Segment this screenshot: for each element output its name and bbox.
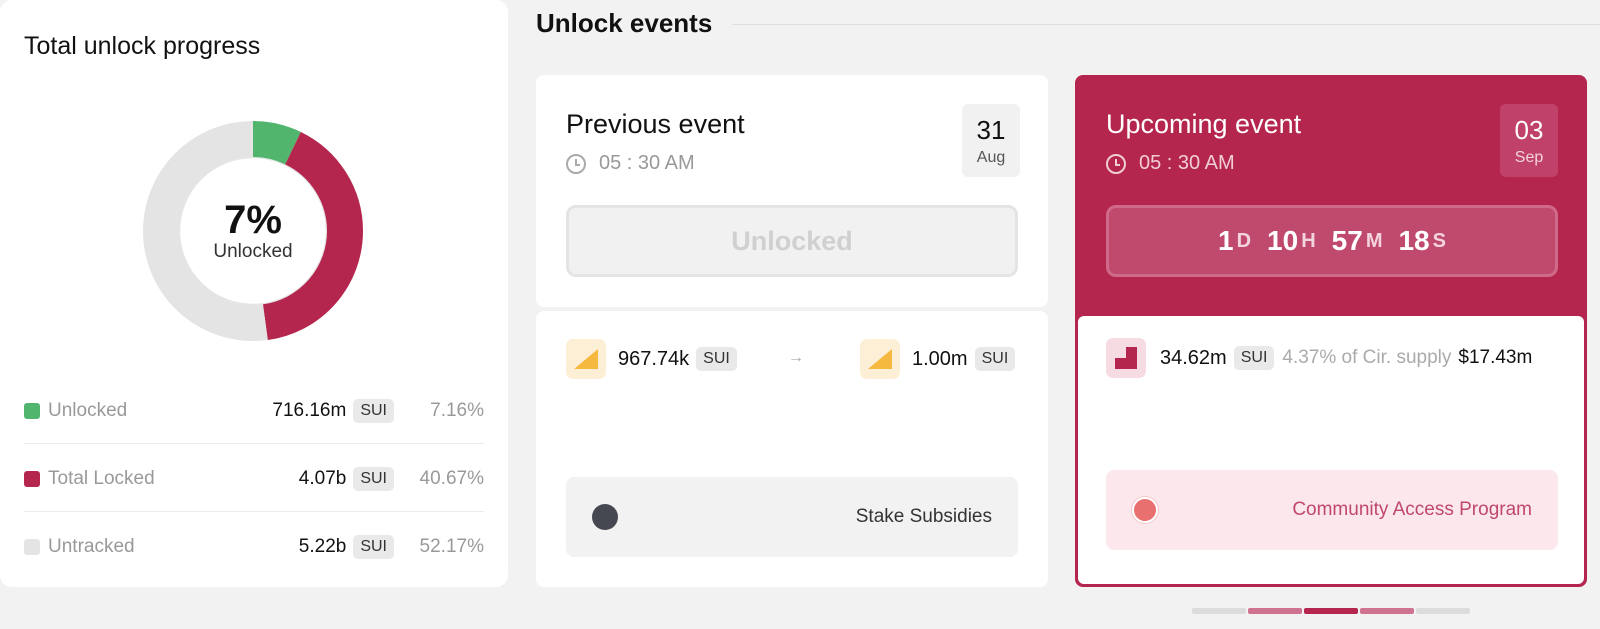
- unlock-percent-label: Unlocked: [213, 241, 293, 262]
- event-title: Upcoming event: [1106, 109, 1302, 139]
- legend-amount: 5.22b: [298, 536, 347, 557]
- upcoming-amount-row: 34.62m SUI 4.37% of Cir. supply $17.43m: [1106, 338, 1532, 378]
- upcoming-event-details: 34.62m SUI 4.37% of Cir. supply $17.43m …: [1078, 316, 1584, 584]
- legend-row-total-locked: Total Locked 4.07b SUI 40.67%: [24, 446, 484, 512]
- pager-dot-3-active[interactable]: [1304, 608, 1358, 614]
- donut-center: 7% Unlocked: [140, 118, 366, 344]
- legend-swatch: [24, 402, 40, 419]
- countdown-seconds: 18: [1398, 225, 1430, 256]
- allocation-label: Stake Subsidies: [855, 506, 992, 527]
- countdown-hours-unit: H: [1301, 229, 1316, 252]
- usd-value: $17.43m: [1458, 347, 1533, 368]
- legend-percent: 40.67%: [419, 467, 484, 489]
- countdown-hours: 10: [1267, 225, 1299, 256]
- token-tag: SUI: [353, 466, 394, 491]
- legend-row-untracked: Untracked 5.22b SUI 52.17%: [24, 514, 484, 580]
- countdown-days: 1: [1218, 225, 1234, 256]
- events-heading: Unlock events: [536, 8, 713, 38]
- legend-amount: 4.07b: [298, 467, 347, 489]
- countdown-days-unit: D: [1236, 229, 1252, 252]
- countdown-minutes: 57: [1331, 225, 1363, 256]
- unlock-percent: 7%: [224, 198, 282, 242]
- event-time-text: 05 : 30 AM: [1139, 152, 1235, 174]
- token-amount: 967.74k: [618, 347, 690, 370]
- progress-title: Total unlock progress: [24, 32, 261, 60]
- token-icon: [566, 339, 606, 379]
- event-time: 05 : 30 AM: [566, 152, 695, 175]
- legend-percent: 7.16%: [430, 399, 484, 421]
- event-date-day: 31: [976, 114, 1006, 145]
- token-icon: [1106, 338, 1146, 378]
- allocation-chip[interactable]: Community Access Program: [1106, 470, 1558, 550]
- pager-dot-4[interactable]: [1360, 608, 1414, 614]
- token-icon: [860, 339, 900, 379]
- allocation-label: Community Access Program: [1292, 499, 1532, 520]
- legend-label: Total Locked: [48, 467, 155, 489]
- countdown-minutes-unit: M: [1365, 229, 1383, 252]
- token-tag: SUI: [353, 535, 394, 559]
- arrow-right-icon: →: [788, 349, 804, 366]
- pager-dot-1[interactable]: [1192, 608, 1246, 614]
- previous-to-amount: 1.00m SUI: [860, 339, 1016, 379]
- legend-label: Unlocked: [48, 399, 128, 421]
- event-date-day: 03: [1514, 114, 1544, 145]
- pager-dot-2[interactable]: [1248, 608, 1302, 614]
- event-title: Previous event: [566, 109, 745, 139]
- supply-note: 4.37% of Cir. supply: [1282, 347, 1452, 368]
- legend-percent: 52.17%: [419, 536, 484, 557]
- unlock-progress-card: Total unlock progress 7% Unlocked Unlock…: [0, 0, 508, 587]
- legend-row-unlocked: Unlocked 716.16m SUI 7.16%: [24, 378, 484, 444]
- previous-event-card[interactable]: Previous event 05 : 30 AM 31 Aug Unlocke…: [536, 75, 1048, 307]
- upcoming-event-card[interactable]: Upcoming event 05 : 30 AM 03 Sep 1D 10 H …: [1075, 75, 1587, 587]
- allocation-dot-icon: [1132, 497, 1158, 523]
- unlocked-status-button[interactable]: Unlocked: [566, 205, 1018, 277]
- previous-from-amount: 967.74k SUI: [566, 339, 737, 379]
- event-date-month: Sep: [1514, 148, 1544, 166]
- token-tag: SUI: [353, 398, 394, 423]
- token-amount: 1.00m: [912, 347, 968, 370]
- clock-icon: [566, 153, 586, 174]
- pager-dot-5[interactable]: [1416, 608, 1470, 614]
- event-date-month: Aug: [976, 148, 1006, 166]
- token-tag: SUI: [696, 347, 737, 371]
- token-tag: SUI: [1233, 346, 1275, 370]
- heading-divider: [732, 24, 1600, 25]
- event-time-text: 05 : 30 AM: [599, 152, 695, 174]
- legend-amount: 716.16m: [272, 399, 347, 421]
- upcoming-event-header: Upcoming event 05 : 30 AM 03 Sep 1D 10 H …: [1078, 78, 1584, 312]
- event-time: 05 : 30 AM: [1106, 152, 1235, 175]
- legend-swatch: [24, 470, 40, 487]
- previous-event-details: 967.74k SUI → 1.00m SUI Stake Subsidies: [536, 311, 1048, 587]
- event-date-badge: 03 Sep: [1500, 104, 1558, 177]
- token-amount: 34.62m: [1160, 346, 1227, 369]
- legend-swatch: [24, 539, 40, 555]
- event-date-badge: 31 Aug: [962, 104, 1020, 177]
- token-tag: SUI: [974, 347, 1016, 371]
- countdown-seconds-unit: S: [1432, 229, 1446, 252]
- allocation-chip[interactable]: Stake Subsidies: [566, 477, 1018, 557]
- clock-icon: [1106, 153, 1126, 174]
- legend-label: Untracked: [48, 536, 135, 557]
- countdown-timer: 1D 10 H 57 M 18 S: [1106, 205, 1558, 277]
- allocation-dot-icon: [592, 504, 618, 530]
